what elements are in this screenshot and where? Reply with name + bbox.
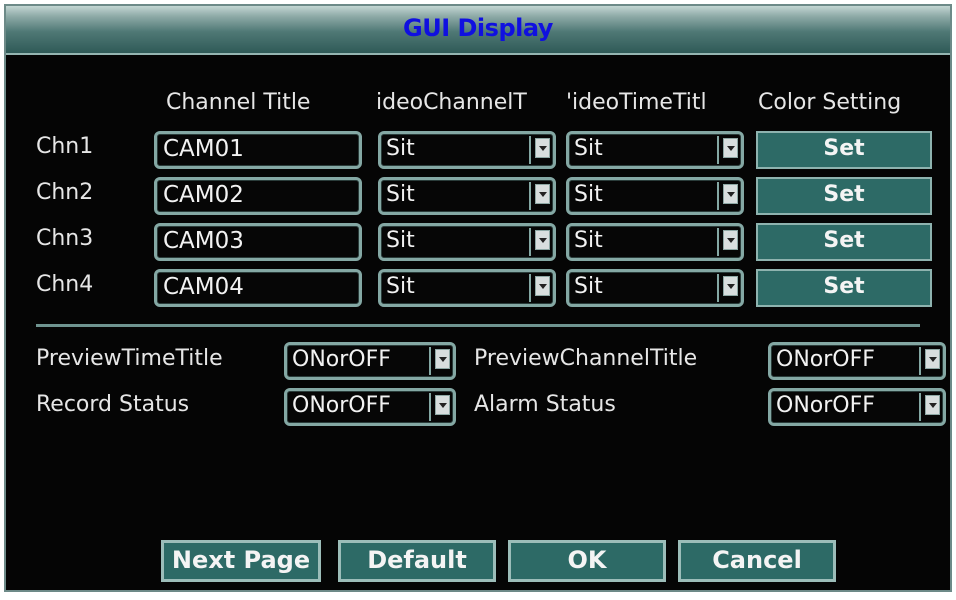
preview-channel-title-label: PreviewChannelTitle — [474, 346, 698, 371]
video-channel-title-select[interactable]: Sit — [378, 177, 556, 215]
dropdown-arrow-icon[interactable] — [723, 276, 738, 296]
channel-title-input[interactable]: CAM04 — [154, 269, 362, 307]
dropdown-arrow-icon[interactable] — [535, 138, 550, 158]
color-set-button[interactable]: Set — [756, 177, 932, 215]
dropdown-arrow-icon[interactable] — [723, 184, 738, 204]
preview-time-title-select[interactable]: ONorOFF — [284, 342, 456, 380]
next-page-button[interactable]: Next Page — [161, 540, 321, 582]
title-bar[interactable]: GUI Display — [6, 6, 950, 55]
header-color-setting: Color Setting — [758, 90, 902, 115]
select-divider — [429, 347, 431, 375]
dropdown-arrow-icon[interactable] — [535, 230, 550, 250]
select-divider — [919, 347, 921, 375]
default-button[interactable]: Default — [338, 540, 496, 582]
ok-button[interactable]: OK — [508, 540, 666, 582]
channel-title-input[interactable]: CAM02 — [154, 177, 362, 215]
dropdown-arrow-icon[interactable] — [435, 395, 450, 415]
channel-label: Chn4 — [36, 272, 94, 297]
cancel-button[interactable]: Cancel — [678, 540, 836, 582]
record-status-select[interactable]: ONorOFF — [284, 388, 456, 426]
video-time-title-select[interactable]: Sit — [566, 223, 744, 261]
dropdown-arrow-icon[interactable] — [723, 230, 738, 250]
gui-display-dialog: GUI Display Channel Title ideoChannelT '… — [4, 4, 952, 592]
color-set-button[interactable]: Set — [756, 269, 932, 307]
header-channel-title: Channel Title — [166, 90, 311, 115]
select-divider — [717, 136, 719, 164]
preview-channel-title-select[interactable]: ONorOFF — [768, 342, 946, 380]
select-divider — [717, 182, 719, 210]
select-value: Sit — [574, 182, 603, 207]
channel-title-input[interactable]: CAM01 — [154, 131, 362, 169]
select-value: ONorOFF — [776, 347, 875, 372]
select-divider — [717, 274, 719, 302]
channel-label: Chn1 — [36, 134, 94, 159]
select-divider — [717, 228, 719, 256]
dropdown-arrow-icon[interactable] — [925, 395, 940, 415]
select-divider — [429, 393, 431, 421]
select-divider — [529, 136, 531, 164]
video-time-title-select[interactable]: Sit — [566, 177, 744, 215]
color-set-button[interactable]: Set — [756, 223, 932, 261]
select-value: Sit — [386, 136, 415, 161]
dropdown-arrow-icon[interactable] — [925, 349, 940, 369]
header-video-time-title: 'ideoTimeTitl — [566, 90, 707, 115]
video-channel-title-select[interactable]: Sit — [378, 131, 556, 169]
dropdown-arrow-icon[interactable] — [535, 184, 550, 204]
select-divider — [529, 228, 531, 256]
select-value: ONorOFF — [292, 393, 391, 418]
channel-title-input[interactable]: CAM03 — [154, 223, 362, 261]
video-time-title-select[interactable]: Sit — [566, 131, 744, 169]
video-channel-title-select[interactable]: Sit — [378, 269, 556, 307]
record-status-label: Record Status — [36, 392, 190, 417]
channel-label: Chn2 — [36, 180, 94, 205]
dropdown-arrow-icon[interactable] — [535, 276, 550, 296]
section-divider — [36, 324, 920, 327]
color-set-button[interactable]: Set — [756, 131, 932, 169]
select-divider — [529, 182, 531, 210]
select-value: ONorOFF — [776, 393, 875, 418]
window-title: GUI Display — [403, 14, 553, 42]
video-channel-title-select[interactable]: Sit — [378, 223, 556, 261]
select-divider — [919, 393, 921, 421]
alarm-status-label: Alarm Status — [474, 392, 616, 417]
header-video-channel-title: ideoChannelT — [376, 90, 527, 115]
select-divider — [529, 274, 531, 302]
alarm-status-select[interactable]: ONorOFF — [768, 388, 946, 426]
select-value: ONorOFF — [292, 347, 391, 372]
select-value: Sit — [574, 274, 603, 299]
video-time-title-select[interactable]: Sit — [566, 269, 744, 307]
dropdown-arrow-icon[interactable] — [435, 349, 450, 369]
dropdown-arrow-icon[interactable] — [723, 138, 738, 158]
select-value: Sit — [386, 228, 415, 253]
select-value: Sit — [386, 274, 415, 299]
channel-label: Chn3 — [36, 226, 94, 251]
preview-time-title-label: PreviewTimeTitle — [36, 346, 223, 371]
select-value: Sit — [386, 182, 415, 207]
select-value: Sit — [574, 228, 603, 253]
select-value: Sit — [574, 136, 603, 161]
